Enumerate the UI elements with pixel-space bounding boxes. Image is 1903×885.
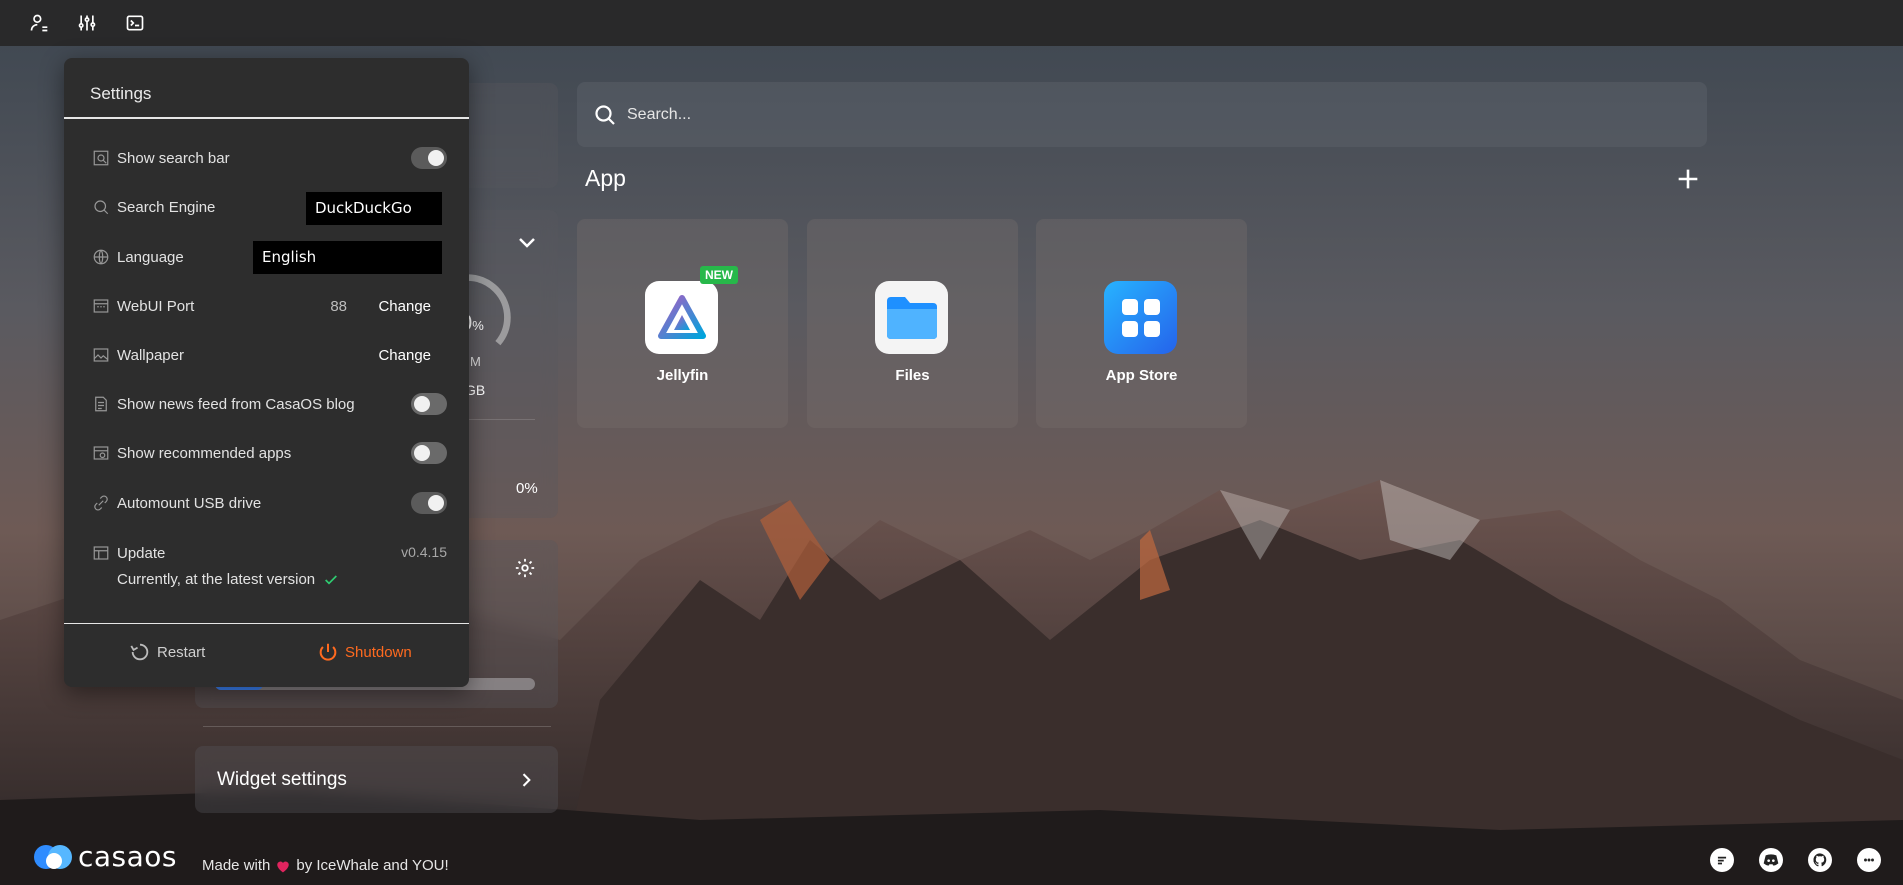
top-bar: [0, 0, 1903, 46]
discord-icon[interactable]: [1759, 848, 1783, 872]
app-name: App Store: [1105, 367, 1178, 384]
restart-icon: [130, 643, 149, 661]
show-search-bar-toggle[interactable]: [411, 147, 447, 169]
setting-show-search-bar: Show search bar: [92, 143, 447, 173]
change-wallpaper-button[interactable]: Change: [378, 347, 431, 364]
usb-link-icon: [94, 495, 108, 511]
setting-recommended-apps: Show recommended apps: [92, 438, 447, 468]
app-tile-jellyfin[interactable]: NEW Jellyfin: [577, 219, 788, 428]
app-store-icon: [1104, 281, 1177, 354]
usage-percent: 0%: [516, 480, 538, 497]
search-icon: [595, 104, 615, 125]
setting-label: Wallpaper: [117, 346, 184, 364]
setting-label: WebUI Port: [117, 297, 195, 315]
image-icon: [93, 348, 109, 362]
gear-icon[interactable]: [514, 557, 536, 579]
heart-icon: [277, 861, 290, 872]
terminal-icon[interactable]: [124, 12, 146, 34]
power-icon: [319, 643, 337, 661]
widget-settings-label: Widget settings: [217, 768, 347, 790]
language-select[interactable]: English: [253, 241, 442, 274]
settings-panel: Settings Show search bar Search Engine D…: [64, 58, 469, 687]
update-status-text: Currently, at the latest version: [117, 571, 316, 588]
widget-divider: [203, 726, 551, 727]
browser-window-icon: [93, 446, 109, 460]
search-icon: [94, 200, 109, 215]
chevron-down-icon[interactable]: [515, 230, 539, 254]
footer-links: [1710, 848, 1881, 872]
document-icon: [95, 396, 107, 412]
checkmark-icon: [325, 574, 338, 585]
setting-webui-port: WebUI Port 88 Change: [92, 291, 447, 321]
setting-label: Show news feed from CasaOS blog: [117, 395, 355, 413]
folder-icon: [875, 281, 948, 354]
search-box-icon: [93, 150, 109, 166]
restart-label: Restart: [157, 643, 206, 661]
setting-label: Automount USB drive: [117, 494, 262, 512]
search-input[interactable]: [627, 105, 1627, 124]
shutdown-label: Shutdown: [345, 643, 412, 661]
new-badge: NEW: [700, 266, 738, 284]
app-name: Jellyfin: [656, 367, 709, 384]
shutdown-button[interactable]: Shutdown: [317, 641, 412, 663]
github-icon[interactable]: [1808, 848, 1832, 872]
globe-icon: [93, 249, 109, 265]
logo-text: casaos: [78, 840, 178, 873]
app-tile-files[interactable]: Files: [807, 219, 1018, 428]
toggle-knob: [428, 150, 444, 166]
webui-port-value: 88: [330, 297, 347, 315]
user-settings-icon[interactable]: [28, 12, 50, 34]
update-status: Currently, at the latest version: [117, 571, 339, 588]
setting-label: Search Engine: [117, 198, 216, 216]
version-label: v0.4.15: [401, 544, 447, 560]
port-icon: [93, 299, 109, 313]
jellyfin-icon: [645, 281, 718, 354]
setting-automount-usb: Automount USB drive: [92, 488, 447, 518]
settings-footer-divider: [64, 623, 469, 624]
setting-label: Language: [117, 248, 184, 266]
setting-label: Update: [117, 544, 166, 562]
recommended-apps-toggle[interactable]: [411, 442, 447, 464]
chevron-right-icon: [522, 772, 531, 787]
news-feed-toggle[interactable]: [411, 393, 447, 415]
made-with-prefix: Made with: [202, 857, 271, 874]
sliders-icon[interactable]: [76, 12, 98, 34]
add-app-button[interactable]: [1674, 165, 1702, 193]
automount-usb-toggle[interactable]: [411, 492, 447, 514]
search-bar[interactable]: [577, 82, 1707, 147]
casaos-logo-mark: [34, 844, 72, 869]
toggle-knob: [414, 396, 430, 412]
restart-button[interactable]: Restart: [129, 641, 205, 663]
widget-settings-button[interactable]: Widget settings: [195, 746, 558, 813]
setting-update: Update v0.4.15: [92, 538, 447, 568]
app-tile-app-store[interactable]: App Store: [1036, 219, 1247, 428]
feedback-icon[interactable]: [1710, 848, 1734, 872]
toggle-knob: [414, 445, 430, 461]
setting-wallpaper: Wallpaper Change: [92, 340, 447, 370]
setting-label: Show search bar: [117, 149, 230, 167]
app-section-heading: App: [585, 165, 626, 191]
chat-icon[interactable]: [1857, 848, 1881, 872]
made-with-text: Made with by IceWhale and YOU!: [202, 857, 449, 874]
settings-title-divider: [64, 117, 469, 119]
gauge-label-memory: M: [470, 354, 481, 369]
setting-label: Show recommended apps: [117, 444, 292, 462]
casaos-logo[interactable]: casaos: [32, 840, 177, 873]
app-name: Files: [895, 367, 930, 384]
search-engine-select[interactable]: DuckDuckGo: [306, 192, 442, 225]
toggle-knob: [428, 495, 444, 511]
made-with-suffix: by IceWhale and YOU!: [296, 857, 449, 874]
change-port-button[interactable]: Change: [378, 298, 431, 315]
setting-news-feed: Show news feed from CasaOS blog: [92, 389, 447, 419]
settings-title: Settings: [90, 84, 152, 103]
update-icon: [93, 546, 109, 560]
